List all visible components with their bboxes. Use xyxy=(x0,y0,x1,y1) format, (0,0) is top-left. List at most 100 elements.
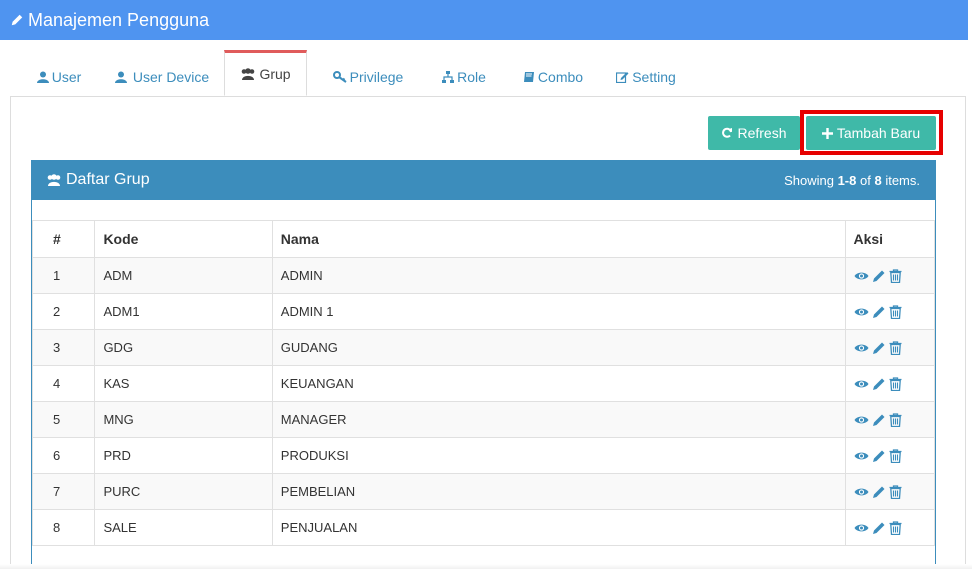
pencil-icon xyxy=(11,14,23,26)
row-actions xyxy=(854,484,927,499)
tab-privilege[interactable]: Privilege xyxy=(316,58,420,95)
cell-kode: MNG xyxy=(94,401,273,438)
user-icon xyxy=(36,71,49,83)
view-icon xyxy=(854,272,868,279)
cell-kode: PRD xyxy=(94,437,273,474)
view-icon xyxy=(854,308,868,315)
cell-kode: ADM1 xyxy=(94,293,273,330)
cell-aksi xyxy=(844,293,935,330)
tab-combo[interactable]: Combo xyxy=(506,58,600,95)
tab-role[interactable]: Role xyxy=(424,58,504,95)
tab-setting-label: Setting xyxy=(632,68,676,85)
delete-button[interactable] xyxy=(889,484,902,499)
delete-button[interactable] xyxy=(889,268,902,283)
tab-user-device[interactable]: User Device xyxy=(106,58,218,95)
cell-aksi xyxy=(844,365,935,402)
header-num[interactable]: # xyxy=(31,220,96,258)
edit-button[interactable] xyxy=(872,485,886,499)
edit-button[interactable] xyxy=(872,341,886,355)
row-actions xyxy=(854,520,927,535)
tab-user-device-label: User Device xyxy=(132,68,210,85)
summary-total: 8 xyxy=(874,172,882,188)
group-list-header: Daftar Grup Showing 1-8 of 8 items. xyxy=(31,160,936,200)
table-row: 2 ADM1 ADMIN 1 xyxy=(31,293,935,330)
tab-grup-label: Grup xyxy=(259,66,291,82)
view-icon xyxy=(854,488,868,495)
summary-prefix: Showing xyxy=(784,172,834,188)
users-icon xyxy=(47,174,61,186)
panel-title: Daftar Grup xyxy=(46,160,150,200)
summary-of: of xyxy=(860,172,871,188)
cell-kode: KAS xyxy=(94,365,273,402)
delete-button[interactable] xyxy=(889,448,902,463)
edit-icon xyxy=(872,270,884,282)
cell-num: 5 xyxy=(31,401,96,438)
table-row: 8 SALE PENJUALAN xyxy=(31,509,935,546)
tab-grup[interactable]: Grup xyxy=(224,50,307,96)
view-button[interactable] xyxy=(854,486,869,498)
user-icon xyxy=(114,71,127,83)
cell-nama: KEUANGAN xyxy=(271,365,846,402)
table-row: 5 MNG MANAGER xyxy=(31,401,935,438)
edit-icon xyxy=(872,342,884,354)
cell-nama: PRODUKSI xyxy=(271,437,846,474)
view-button[interactable] xyxy=(854,270,869,282)
summary-suffix: items. xyxy=(885,172,920,188)
trash-icon xyxy=(889,448,901,463)
cell-nama: ADMIN 1 xyxy=(271,293,846,330)
view-button[interactable] xyxy=(854,378,869,390)
view-icon xyxy=(854,452,868,459)
row-actions xyxy=(854,376,927,391)
trash-icon xyxy=(889,520,901,535)
tab-setting[interactable]: Setting xyxy=(606,58,686,95)
trash-icon xyxy=(889,268,901,283)
edit-button[interactable] xyxy=(872,449,886,463)
view-button[interactable] xyxy=(854,414,869,426)
table-body: 1 ADM ADMIN 2 ADM1 ADMIN 1 3 GDG GUDANG 4 KAS KEUAN… xyxy=(31,257,935,546)
delete-button[interactable] xyxy=(889,340,902,355)
edit-button[interactable] xyxy=(872,377,886,391)
tab-privilege-label: Privilege xyxy=(349,68,404,85)
delete-button[interactable] xyxy=(889,412,902,427)
cell-aksi xyxy=(844,509,935,546)
tab-user-label: User xyxy=(51,68,82,85)
cell-nama: PENJUALAN xyxy=(271,509,846,546)
cell-aksi xyxy=(844,401,935,438)
pagination-summary: Showing 1-8 of 8 items. xyxy=(784,160,920,200)
edit-button[interactable] xyxy=(872,269,886,283)
delete-button[interactable] xyxy=(889,520,902,535)
header-nama[interactable]: Nama xyxy=(271,220,846,258)
cell-kode: ADM xyxy=(94,257,273,294)
sitemap-icon xyxy=(442,70,455,83)
delete-button[interactable] xyxy=(889,376,902,391)
view-button[interactable] xyxy=(854,306,869,318)
edit-button[interactable] xyxy=(872,305,886,319)
view-icon xyxy=(854,344,868,351)
cell-num: 2 xyxy=(31,293,96,330)
header-kode[interactable]: Kode xyxy=(94,220,273,258)
cell-num: 1 xyxy=(31,257,96,294)
cell-num: 8 xyxy=(31,509,96,546)
edit-icon xyxy=(616,71,629,83)
cell-kode: GDG xyxy=(94,329,273,366)
refresh-button[interactable]: Refresh xyxy=(708,116,800,150)
cell-num: 7 xyxy=(31,473,96,510)
cell-num: 3 xyxy=(31,329,96,366)
trash-icon xyxy=(889,376,901,391)
view-button[interactable] xyxy=(854,522,869,534)
edit-button[interactable] xyxy=(872,521,886,535)
delete-button[interactable] xyxy=(889,304,902,319)
page-title: Manajemen Pengguna xyxy=(28,9,210,30)
view-button[interactable] xyxy=(854,450,869,462)
view-icon xyxy=(854,524,868,531)
tab-user[interactable]: User xyxy=(24,58,94,95)
page-bottom-edge xyxy=(0,564,972,569)
cell-nama: ADMIN xyxy=(271,257,846,294)
edit-button[interactable] xyxy=(872,413,886,427)
cell-kode: SALE xyxy=(94,509,273,546)
highlight-box xyxy=(800,110,943,155)
refresh-icon xyxy=(722,127,733,138)
edit-icon xyxy=(872,378,884,390)
tab-combo-label: Combo xyxy=(537,68,584,85)
view-button[interactable] xyxy=(854,342,869,354)
